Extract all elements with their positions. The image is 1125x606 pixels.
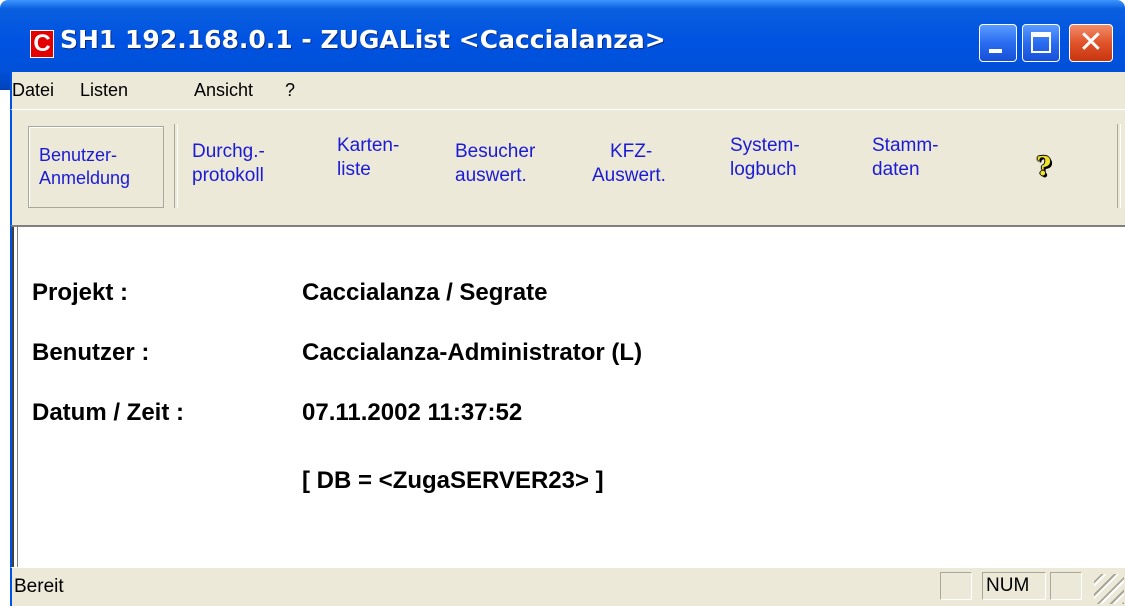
status-pane-caps [940,572,972,600]
toolbar-separator [1117,124,1121,208]
resize-grip-icon[interactable] [1094,574,1124,604]
main-content: Projekt : Caccialanza / Segrate Benutzer… [10,225,1125,569]
status-pane-num: NUM [982,572,1046,600]
status-bar: Bereit NUM [10,567,1125,606]
menu-bar: Datei Listen Ansicht ? [10,72,1125,109]
datetime-value: 07.11.2002 11:37:52 [302,399,523,426]
project-label: Projekt : [32,279,129,306]
button-label-line1: Stamm- [872,135,939,156]
menu-help[interactable]: ? [285,80,295,102]
button-label-line2: protokoll [192,165,264,186]
button-label-line2: Auswert. [592,165,666,186]
besucher-auswertung-button[interactable]: Besucher auswert. [455,140,535,188]
benutzer-anmeldung-button[interactable]: Benutzer- Anmeldung [28,126,164,208]
button-label-line1: System- [730,135,800,156]
stammdaten-button[interactable]: Stamm- daten [872,134,939,182]
button-label-line1: Besucher [455,141,536,162]
menu-ansicht[interactable]: Ansicht [194,80,253,102]
datetime-label: Datum / Zeit : [32,399,185,426]
minimize-button[interactable] [979,24,1017,62]
durchgangsprotokoll-button[interactable]: Durchg.- protokoll [192,140,265,188]
minimize-icon [989,49,1002,53]
db-value: [ DB = <ZugaSERVER23> ] [302,467,604,494]
button-label-line1: Benutzer- [39,145,118,165]
toolbar-separator [174,124,178,208]
maximize-icon [1031,32,1051,53]
status-pane-scroll [1050,572,1082,600]
maximize-button[interactable] [1022,24,1060,62]
systemlogbuch-button[interactable]: System- logbuch [730,134,800,182]
toolbar: Benutzer- Anmeldung Durchg.- protokoll K… [10,109,1125,226]
help-question-icon[interactable]: ? [1036,154,1056,180]
kfz-auswertung-button[interactable]: KFZ- Auswert. [592,140,666,188]
user-label: Benutzer : [32,339,150,366]
project-value: Caccialanza / Segrate [302,279,548,306]
menu-datei[interactable]: Datei [12,80,54,102]
status-text: Bereit [14,576,64,597]
window-title: SH1 192.168.0.1 - ZUGAList <Caccialanza> [60,25,666,54]
app-icon[interactable]: C [30,30,54,58]
button-label-line2: liste [337,159,371,180]
button-label-line2: Anmeldung [39,168,131,188]
close-button[interactable]: ✕ [1069,24,1113,62]
button-label-line1: Durchg.- [192,141,265,162]
button-label-line2: logbuch [730,159,797,180]
button-label-line1: KFZ- [610,141,653,162]
button-label-line2: daten [872,159,920,180]
kartenliste-button[interactable]: Karten- liste [337,134,399,182]
close-icon: ✕ [1078,25,1104,60]
button-label-line1: Karten- [337,135,400,156]
menu-listen[interactable]: Listen [80,80,128,102]
user-value: Caccialanza-Administrator (L) [302,339,643,366]
client-border [12,227,18,569]
button-label-line2: auswert. [455,165,527,186]
